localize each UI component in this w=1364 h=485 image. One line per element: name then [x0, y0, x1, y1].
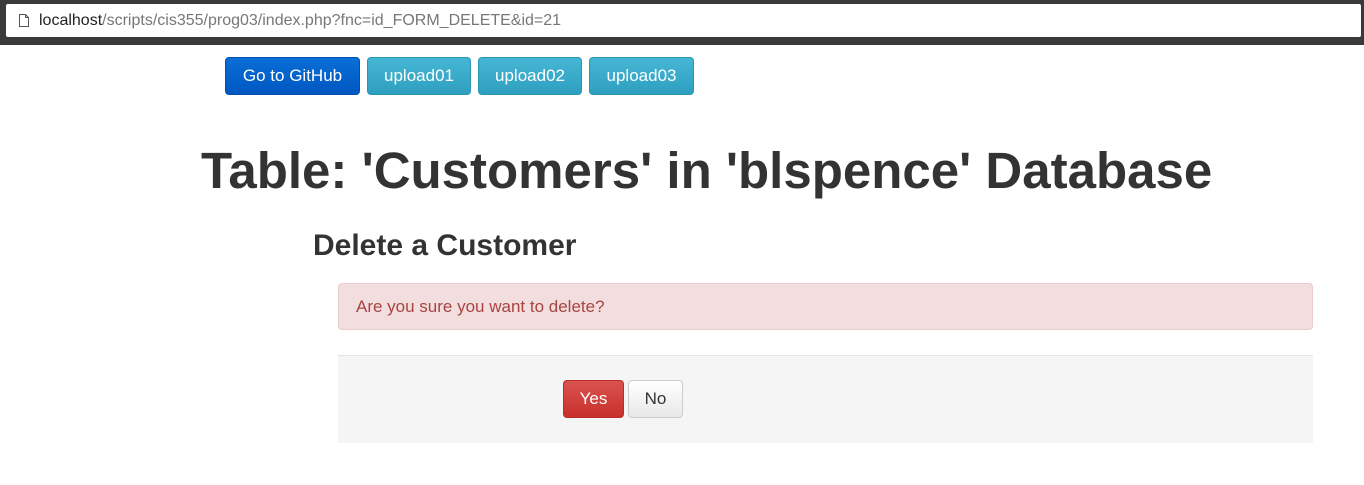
- go-to-github-button[interactable]: Go to GitHub: [225, 57, 360, 95]
- nav-button-group: Go to GitHub upload01 upload02 upload03: [225, 57, 694, 95]
- section-title: Delete a Customer: [313, 229, 577, 262]
- delete-confirm-alert: Are you sure you want to delete?: [338, 283, 1313, 330]
- no-button[interactable]: No: [628, 380, 683, 418]
- url-path: /scripts/cis355/prog03/index.php?fnc=id_…: [102, 11, 562, 29]
- upload03-button[interactable]: upload03: [589, 57, 694, 95]
- url-text[interactable]: localhost/scripts/cis355/prog03/index.ph…: [39, 12, 561, 30]
- url-field[interactable]: localhost/scripts/cis355/prog03/index.ph…: [6, 4, 1361, 37]
- document-icon: [19, 14, 29, 27]
- page-title: Table: 'Customers' in 'blspence' Databas…: [201, 142, 1213, 199]
- yes-button[interactable]: Yes: [563, 380, 624, 418]
- url-host: localhost: [39, 11, 103, 29]
- alert-text: Are you sure you want to delete?: [356, 296, 605, 316]
- browser-address-bar: localhost/scripts/cis355/prog03/index.ph…: [0, 0, 1364, 45]
- form-actions: Yes No: [338, 355, 1313, 443]
- upload02-button[interactable]: upload02: [478, 57, 582, 95]
- upload01-button[interactable]: upload01: [367, 57, 471, 95]
